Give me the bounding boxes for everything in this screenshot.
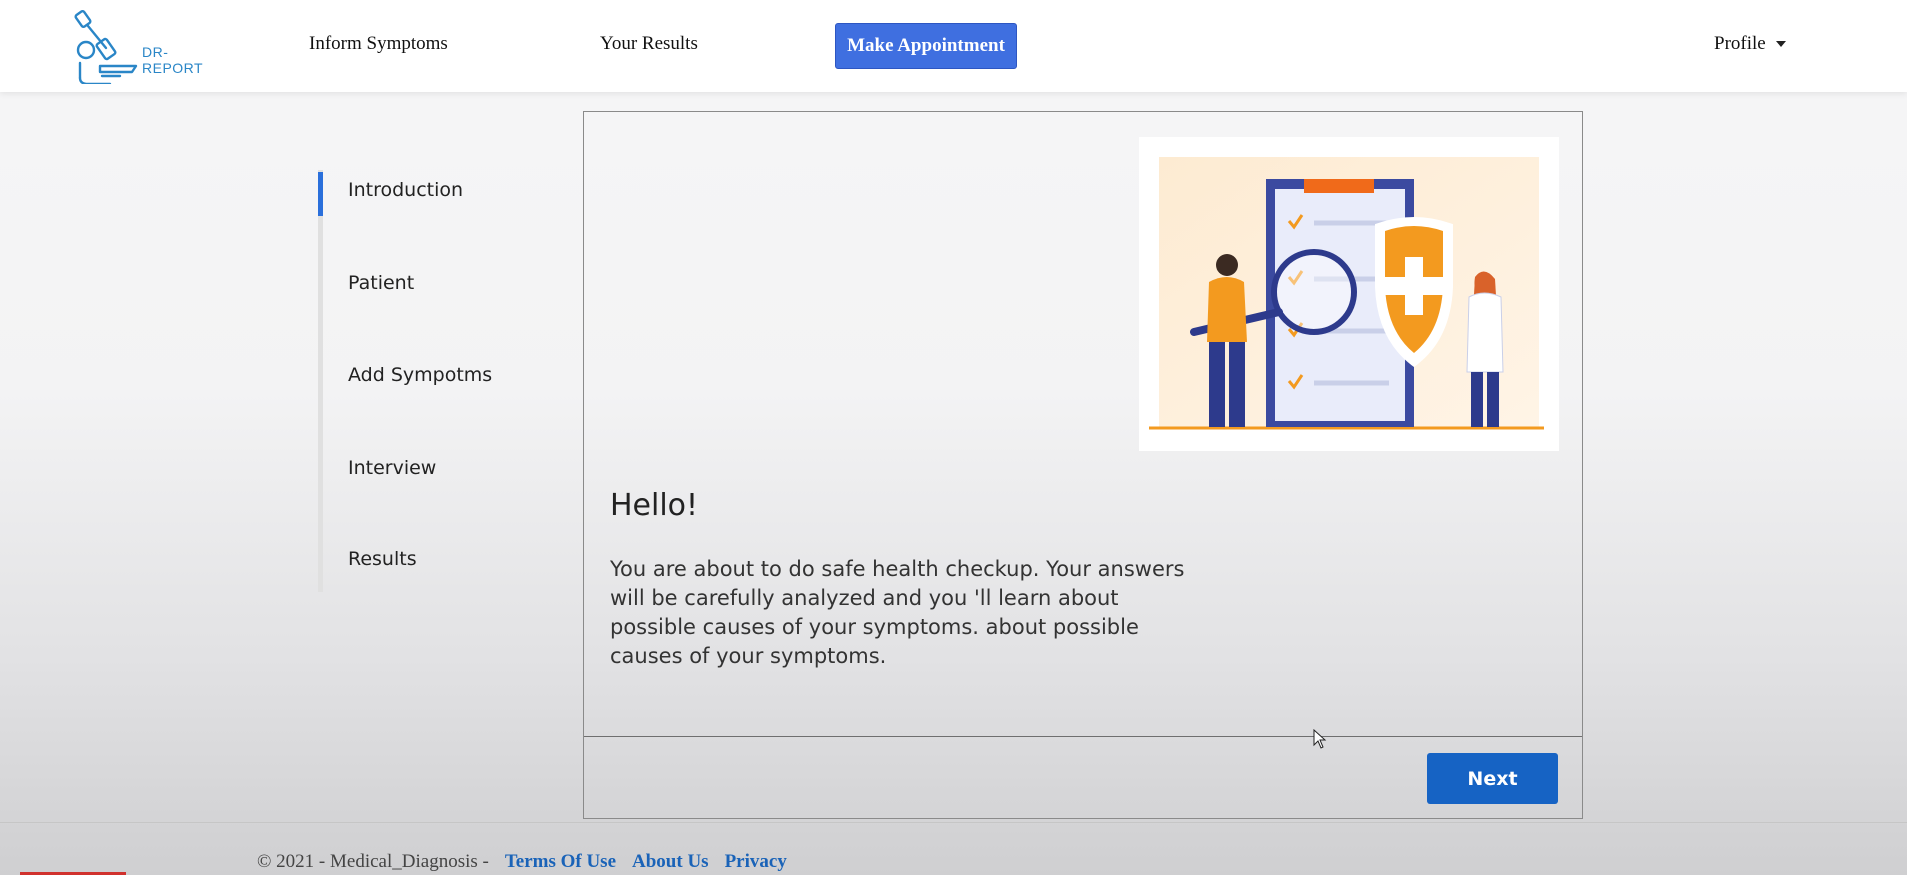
caret-down-icon	[1775, 41, 1786, 47]
profile-label: Profile	[1714, 33, 1766, 54]
step-results[interactable]: Results	[348, 548, 417, 570]
health-checkup-illustration	[1139, 137, 1559, 451]
copyright-text: © 2021 - Medical_Diagnosis -	[257, 851, 489, 872]
top-navbar: DR-REPORT Inform Symptoms Your Results M…	[0, 0, 1907, 92]
steps-track	[318, 170, 323, 592]
mouse-cursor-icon	[1313, 729, 1327, 749]
make-appointment-button[interactable]: Make Appointment	[835, 23, 1017, 69]
footer-link-about[interactable]: About Us	[632, 851, 709, 873]
microscope-icon	[74, 9, 138, 86]
step-interview[interactable]: Interview	[348, 457, 436, 479]
brand-logo[interactable]: DR-REPORT	[70, 8, 220, 86]
footer-divider	[0, 822, 1907, 823]
wizard-steps: Introduction Patient Add Sympotms Interv…	[318, 170, 558, 592]
card-body: You are about to do safe health checkup.…	[610, 557, 1185, 668]
step-add-symptoms[interactable]: Add Sympotms	[348, 364, 492, 386]
footer-link-terms[interactable]: Terms Of Use	[505, 851, 616, 873]
card-divider	[584, 736, 1582, 737]
nav-your-results[interactable]: Your Results	[600, 33, 698, 55]
footer-link-privacy[interactable]: Privacy	[725, 851, 787, 873]
brand-name: DR-REPORT	[142, 44, 204, 76]
card-title: Hello!	[610, 488, 699, 523]
profile-dropdown[interactable]: Profile	[1714, 33, 1786, 55]
step-patient[interactable]: Patient	[348, 272, 414, 294]
steps-active-indicator	[318, 172, 323, 216]
footer: © 2021 - Medical_Diagnosis - Terms Of Us…	[257, 851, 787, 873]
nav-inform-symptoms[interactable]: Inform Symptoms	[309, 33, 448, 55]
step-introduction[interactable]: Introduction	[348, 179, 463, 201]
next-button[interactable]: Next	[1427, 753, 1558, 804]
introduction-card: Hello! You are about to do safe health c…	[583, 111, 1583, 819]
